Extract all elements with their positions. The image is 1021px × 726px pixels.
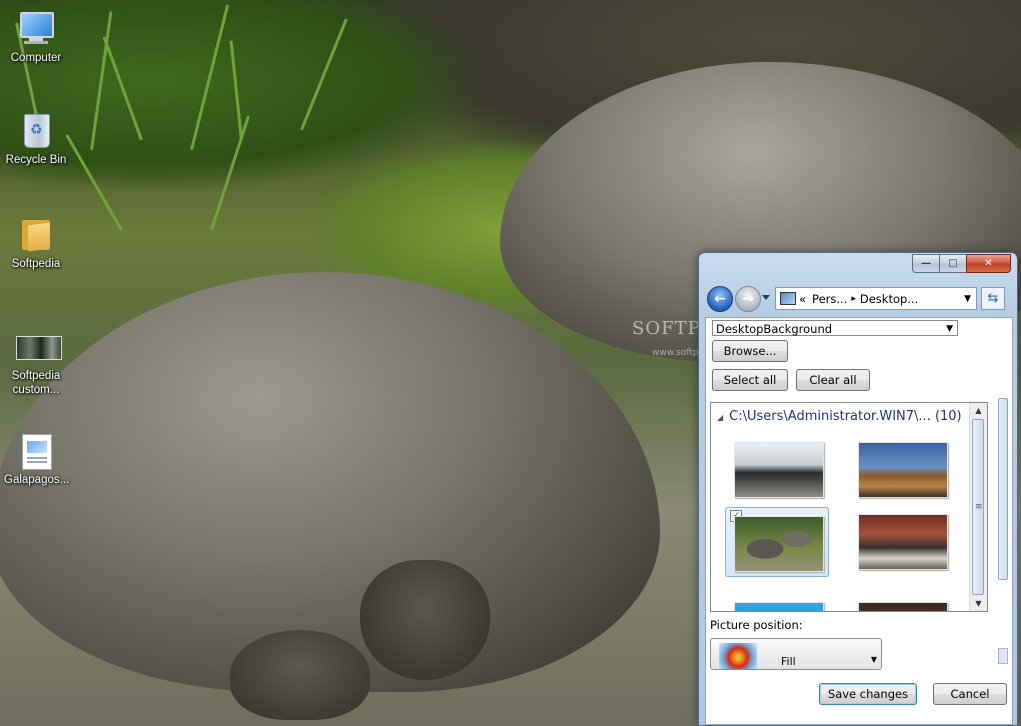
desktop-icon-label: Galapagos...: [4, 474, 70, 486]
pane-scrollbar-thumb[interactable]: [998, 398, 1008, 580]
breadcrumb-separator-icon[interactable]: ▸: [851, 294, 856, 304]
desktop-icon-label: Computer: [10, 52, 62, 64]
breadcrumb-personalization[interactable]: Pers...: [812, 292, 847, 306]
browse-button[interactable]: Browse...: [712, 340, 788, 362]
desktop-icon-recycle-bin[interactable]: Recycle Bin: [4, 110, 68, 167]
scroll-down-arrow-icon[interactable]: ▼: [970, 596, 987, 611]
content-pane: DesktopBackground ▼ Browse... Select all…: [705, 317, 1013, 725]
refresh-button[interactable]: ⇆: [981, 287, 1005, 310]
desktop-icon-label: Recycle Bin: [5, 154, 67, 166]
chevron-down-icon[interactable]: ▼: [964, 294, 971, 304]
group-count: (10): [934, 409, 962, 424]
refresh-icon: ⇆: [987, 291, 999, 306]
picture-position-value: Fill: [781, 655, 796, 668]
picture-location-value: DesktopBackground: [716, 322, 833, 336]
maximize-button[interactable]: □: [939, 254, 966, 273]
navigation-bar: ← → « Pers... ▸ Desktop... ▼ ⇆: [705, 285, 1011, 313]
theme-pack-icon: [16, 430, 56, 470]
address-overflow[interactable]: «: [799, 292, 806, 306]
dialog-footer: Save changes Cancel: [705, 677, 1011, 721]
desktop-icon-softpedia[interactable]: Softpedia: [4, 214, 68, 271]
collapse-triangle-icon[interactable]: ◢: [717, 413, 723, 422]
back-button[interactable]: ←: [707, 286, 733, 312]
picture-thumbnail[interactable]: [849, 435, 953, 501]
back-arrow-icon: ←: [714, 291, 726, 307]
forward-arrow-icon: →: [742, 291, 754, 307]
tortoise-head: [360, 560, 490, 680]
theme-thumbnail-icon: [16, 326, 62, 366]
tortoises-image: [734, 516, 824, 572]
picture-thumbnail[interactable]: [725, 595, 829, 611]
marine-iguana-image: [734, 442, 824, 498]
scroll-up-arrow-icon[interactable]: ▲: [970, 403, 987, 418]
control-panel-icon: [780, 292, 796, 305]
picture-thumbnail[interactable]: [849, 507, 953, 573]
tortoise-leg: [230, 630, 370, 720]
recycle-bin-icon: [16, 110, 56, 150]
group-path: C:\Users\Administrator.WIN7\...: [729, 409, 931, 424]
pictures-list[interactable]: ◢ C:\Users\Administrator.WIN7\... (10) ✓: [710, 402, 988, 612]
birds-image: [858, 514, 948, 570]
group-header[interactable]: ◢ C:\Users\Administrator.WIN7\... (10): [717, 409, 962, 424]
address-bar[interactable]: « Pers... ▸ Desktop... ▼: [775, 287, 977, 310]
picture-location-dropdown[interactable]: DesktopBackground ▼: [712, 320, 958, 336]
forward-button[interactable]: →: [735, 286, 761, 312]
picture-position-dropdown[interactable]: Fill ▼: [710, 638, 882, 670]
sea-image: [734, 602, 824, 611]
select-all-button[interactable]: Select all: [712, 369, 788, 391]
tortoise-front: [0, 272, 660, 692]
folder-icon: [16, 214, 56, 254]
recent-pages-dropdown[interactable]: [762, 295, 770, 300]
cancel-button[interactable]: Cancel: [933, 683, 1007, 705]
pane-scroll-down-arrow-icon[interactable]: [998, 648, 1008, 664]
desktop-icon-label: Softpedia custom...: [11, 370, 61, 396]
fill-preview-icon: [719, 643, 757, 669]
computer-icon: [16, 8, 56, 48]
desktop-icon-label: Softpedia: [11, 258, 61, 270]
pictures-scrollbar[interactable]: ▲ ▼: [969, 403, 987, 611]
picture-position-label: Picture position:: [710, 618, 803, 632]
desktop-icon-galapagos[interactable]: Galapagos...: [4, 430, 70, 487]
rock-image: [858, 602, 948, 611]
chevron-down-icon: ▼: [946, 324, 953, 334]
chevron-down-icon: ▼: [870, 655, 877, 664]
save-changes-button[interactable]: Save changes: [819, 683, 917, 705]
caption-buttons: — □ ✕: [912, 254, 1011, 273]
close-button[interactable]: ✕: [966, 254, 1011, 273]
scrollbar-thumb[interactable]: [972, 419, 984, 595]
clear-all-button[interactable]: Clear all: [796, 369, 870, 391]
picture-thumbnail-selected[interactable]: ✓: [725, 507, 829, 577]
picture-thumbnail[interactable]: [725, 435, 829, 501]
picture-thumbnail[interactable]: [849, 595, 953, 611]
desktop-icon-computer[interactable]: Computer: [4, 8, 68, 65]
desktop-background-window: — □ ✕ ← → « Pers... ▸ Desktop... ▼ ⇆ Des…: [698, 252, 1018, 726]
desktop-icon-softpedia-custom[interactable]: Softpedia custom...: [4, 326, 68, 397]
breadcrumb-desktop-background[interactable]: Desktop...: [860, 292, 918, 306]
minimize-button[interactable]: —: [912, 254, 939, 273]
booby-bird-image: [858, 442, 948, 498]
